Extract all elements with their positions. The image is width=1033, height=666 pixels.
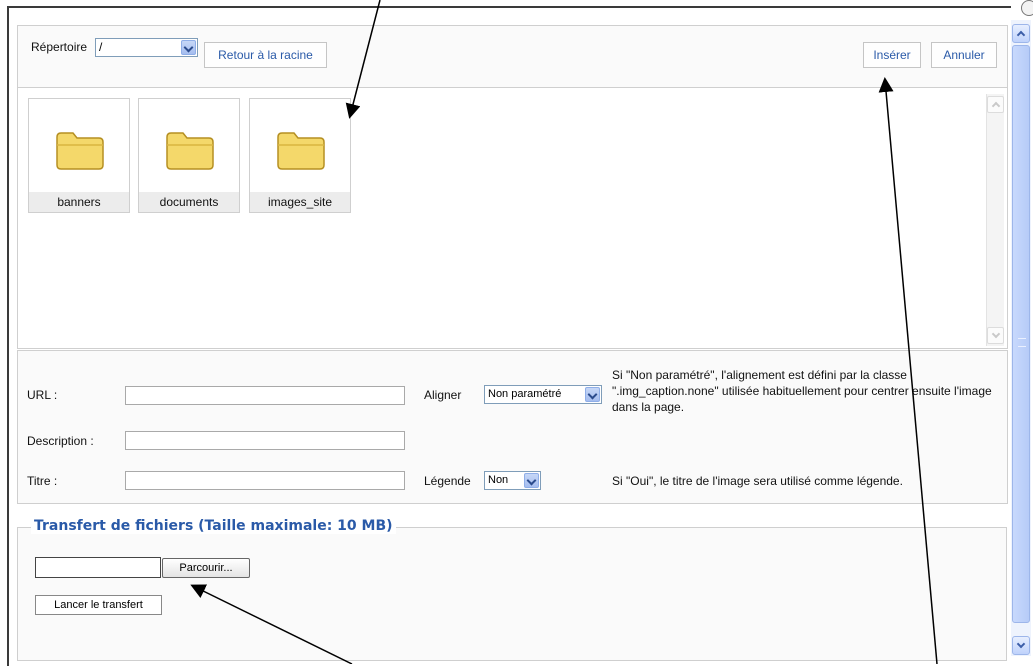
scroll-up-icon[interactable] — [987, 96, 1004, 113]
caption-select[interactable]: Non — [484, 471, 541, 490]
align-note: Si "Non paramétré", l'alignement est déf… — [612, 368, 992, 414]
upload-legend: Transfert de fichiers (Taille maximale: … — [31, 518, 396, 534]
page-scrollbar[interactable] — [1011, 20, 1031, 656]
description-input[interactable] — [125, 431, 405, 450]
toolbar: Répertoire / Retour à la racine Insérer … — [17, 25, 1008, 88]
directory-label: Répertoire — [31, 40, 88, 54]
description-label: Description : — [27, 434, 94, 448]
upload-fieldset — [17, 527, 1007, 661]
align-select-value: Non paramétré — [488, 388, 562, 400]
folder-tile[interactable]: banners — [28, 98, 130, 213]
folder-tile[interactable]: documents — [138, 98, 240, 213]
folder-name: banners — [29, 192, 129, 212]
folder-icon — [56, 132, 104, 170]
grip-icon — [1018, 338, 1026, 347]
caption-label: Légende — [424, 474, 471, 488]
start-upload-button[interactable]: Lancer le transfert — [35, 595, 162, 615]
folder-tile[interactable]: images_site — [249, 98, 351, 213]
align-label: Aligner — [424, 388, 462, 402]
scroll-thumb[interactable] — [1012, 45, 1030, 623]
corner-handle — [1021, 0, 1033, 16]
folder-name: images_site — [250, 192, 350, 212]
file-browser-scrollbar[interactable] — [986, 94, 1004, 346]
url-input[interactable] — [125, 386, 405, 405]
title-input[interactable] — [125, 471, 405, 490]
scroll-down-icon[interactable] — [987, 327, 1004, 344]
caption-select-value: Non — [488, 474, 509, 486]
chevron-down-icon[interactable] — [524, 473, 539, 488]
folder-icon — [277, 132, 325, 170]
back-to-root-button[interactable]: Retour à la racine — [204, 42, 327, 68]
insert-button[interactable]: Insérer — [863, 42, 921, 68]
directory-select[interactable]: / — [95, 38, 198, 57]
caption-note: Si "Oui", le titre de l'image sera utili… — [612, 474, 903, 488]
align-select[interactable]: Non paramétré — [484, 385, 602, 404]
scroll-up-icon[interactable] — [1012, 24, 1030, 43]
chevron-down-icon[interactable] — [181, 40, 196, 55]
file-path-input[interactable] — [35, 557, 161, 578]
file-browser: banners documents images_site — [17, 87, 1008, 349]
image-properties: URL : Aligner Non paramétré Si "Non para… — [17, 350, 1008, 504]
cancel-button[interactable]: Annuler — [931, 42, 997, 68]
scroll-down-icon[interactable] — [1012, 636, 1030, 655]
chevron-down-icon[interactable] — [585, 387, 600, 402]
url-label: URL : — [27, 388, 58, 402]
browse-button[interactable]: Parcourir... — [162, 558, 250, 578]
directory-select-value: / — [99, 40, 103, 54]
folder-icon — [166, 132, 214, 170]
title-label: Titre : — [27, 474, 58, 488]
folder-name: documents — [139, 192, 239, 212]
